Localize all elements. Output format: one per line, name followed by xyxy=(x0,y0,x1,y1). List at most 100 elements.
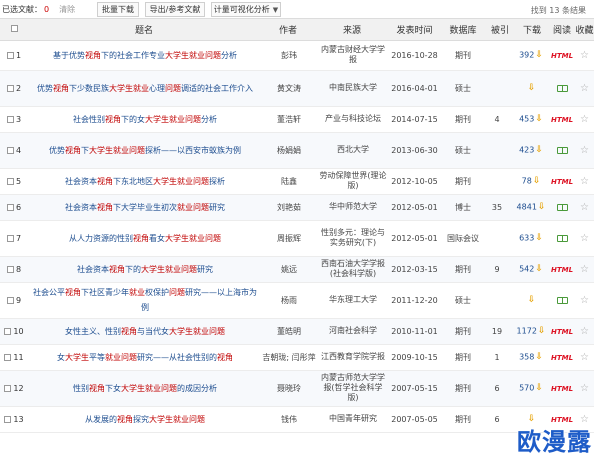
cited-count[interactable]: 4 xyxy=(485,106,515,133)
row-checkbox[interactable] xyxy=(6,115,14,123)
col-title[interactable]: 题名 xyxy=(28,19,260,41)
col-database[interactable]: 数据库 xyxy=(441,19,485,41)
star-icon[interactable]: ☆ xyxy=(580,176,589,187)
source-link[interactable]: 内蒙古财经大学学报 xyxy=(316,40,388,71)
star-icon[interactable]: ☆ xyxy=(580,264,589,275)
cited-count[interactable]: 1 xyxy=(485,344,515,371)
cited-count[interactable]: 6 xyxy=(485,370,515,407)
cited-count[interactable] xyxy=(485,220,515,257)
download-count[interactable]: 570 xyxy=(519,384,534,393)
article-title-link[interactable]: 基于优势视角下的社会工作专业大学生就业问题分析 xyxy=(53,51,237,60)
row-checkbox[interactable] xyxy=(4,415,12,423)
download-count[interactable]: 392 xyxy=(519,51,534,60)
author-link[interactable]: 杨雨 xyxy=(260,282,316,319)
author-link[interactable]: 陆鑫 xyxy=(260,168,316,195)
article-title-link[interactable]: 社会资本视角下东北地区大学生就业问题探析 xyxy=(65,177,225,186)
article-title-link[interactable]: 优势视角下少数民族大学生就业心理问题调适的社会工作介入 xyxy=(37,84,253,93)
source-link[interactable]: 西北大学 xyxy=(316,132,388,169)
col-author[interactable]: 作者 xyxy=(260,19,316,41)
row-checkbox[interactable] xyxy=(6,177,14,185)
article-title-link[interactable]: 从人力资源的性别视角看女大学生就业问题 xyxy=(69,234,221,243)
author-link[interactable]: 刘艳茹 xyxy=(260,194,316,221)
col-downloads[interactable]: 下载 xyxy=(515,19,549,41)
row-checkbox[interactable] xyxy=(4,353,12,361)
download-icon[interactable]: ⇩ xyxy=(535,50,543,60)
source-link[interactable]: 华中师范大学 xyxy=(316,194,388,221)
article-title-link[interactable]: 性别视角下女大学生就业问题的成因分析 xyxy=(73,384,217,393)
row-checkbox[interactable] xyxy=(4,327,12,335)
download-count[interactable]: 423 xyxy=(519,146,534,155)
cited-count[interactable]: 9 xyxy=(485,256,515,283)
download-icon[interactable]: ⇩ xyxy=(535,145,543,155)
download-icon[interactable]: ⇩ xyxy=(535,233,543,243)
author-link[interactable]: 黄文涛 xyxy=(260,70,316,107)
download-icon[interactable]: ⇩ xyxy=(535,114,543,124)
html-read-icon[interactable]: HTML xyxy=(551,52,573,60)
export-button[interactable]: 导出/参考文献 xyxy=(145,2,205,17)
download-count[interactable]: 78 xyxy=(522,177,532,186)
source-link[interactable]: 中国青年研究 xyxy=(316,406,388,433)
download-count[interactable]: 4841 xyxy=(517,203,537,212)
star-icon[interactable]: ☆ xyxy=(580,50,589,61)
article-title-link[interactable]: 优势视角下大学生就业问题探析——以西安市蚁族为例 xyxy=(49,146,241,155)
download-count[interactable]: 358 xyxy=(519,353,534,362)
download-icon[interactable]: ⇩ xyxy=(535,352,543,362)
source-link[interactable]: 劳动保障世界(理论版) xyxy=(316,168,388,195)
star-icon[interactable]: ☆ xyxy=(580,83,589,94)
download-icon[interactable]: ⇩ xyxy=(533,176,541,186)
cited-count[interactable]: 35 xyxy=(485,194,515,221)
row-checkbox[interactable] xyxy=(6,84,14,92)
batch-download-button[interactable]: 批量下载 xyxy=(97,2,139,17)
download-count[interactable]: 1172 xyxy=(517,327,537,336)
author-link[interactable]: 姚远 xyxy=(260,256,316,283)
html-read-icon[interactable]: HTML xyxy=(551,385,573,393)
col-date[interactable]: 发表时间 xyxy=(388,19,441,41)
download-icon[interactable]: ⇩ xyxy=(528,83,536,93)
col-cited[interactable]: 被引 xyxy=(485,19,515,41)
article-title-link[interactable]: 社会资本视角下大学毕业生初次就业问题研究 xyxy=(65,203,225,212)
col-source[interactable]: 来源 xyxy=(316,19,388,41)
cited-count[interactable] xyxy=(485,168,515,195)
star-icon[interactable]: ☆ xyxy=(580,352,589,363)
cited-count[interactable] xyxy=(485,70,515,107)
author-link[interactable]: 彭玮 xyxy=(260,40,316,71)
row-checkbox[interactable] xyxy=(6,234,14,242)
html-read-icon[interactable]: HTML xyxy=(551,328,573,336)
article-title-link[interactable]: 社会性别视角下的女大学生就业问题分析 xyxy=(73,115,217,124)
source-link[interactable]: 性别多元：理论与实务研究(下) xyxy=(316,220,388,257)
html-read-icon[interactable]: HTML xyxy=(551,178,573,186)
source-link[interactable]: 产业与科技论坛 xyxy=(316,106,388,133)
book-icon[interactable] xyxy=(556,296,568,304)
row-checkbox[interactable] xyxy=(6,51,14,59)
book-icon[interactable] xyxy=(556,84,568,92)
html-read-icon[interactable]: HTML xyxy=(551,116,573,124)
download-icon[interactable]: ⇩ xyxy=(538,326,546,336)
row-checkbox[interactable] xyxy=(6,146,14,154)
source-link[interactable]: 中南民族大学 xyxy=(316,70,388,107)
source-link[interactable]: 江西教育学院学报 xyxy=(316,344,388,371)
download-icon[interactable]: ⇩ xyxy=(528,295,536,305)
star-icon[interactable]: ☆ xyxy=(580,326,589,337)
cited-count[interactable] xyxy=(485,282,515,319)
cited-count[interactable]: 6 xyxy=(485,406,515,433)
star-icon[interactable]: ☆ xyxy=(580,295,589,306)
author-link[interactable]: 周振辉 xyxy=(260,220,316,257)
html-read-icon[interactable]: HTML xyxy=(551,266,573,274)
cited-count[interactable] xyxy=(485,40,515,71)
download-count[interactable]: 633 xyxy=(519,234,534,243)
html-read-icon[interactable]: HTML xyxy=(551,354,573,362)
row-checkbox[interactable] xyxy=(6,296,14,304)
select-all-checkbox[interactable] xyxy=(10,25,18,33)
star-icon[interactable]: ☆ xyxy=(580,202,589,213)
cited-count[interactable] xyxy=(485,132,515,169)
author-link[interactable]: 聂晓玲 xyxy=(260,370,316,407)
download-icon[interactable]: ⇩ xyxy=(535,383,543,393)
source-link[interactable]: 河南社会科学 xyxy=(316,318,388,345)
article-title-link[interactable]: 女大学生平等就业问题研究——从社会性别的视角 xyxy=(57,353,233,362)
author-link[interactable]: 杨娟娟 xyxy=(260,132,316,169)
author-link[interactable]: 吉朝珑; 闫彤萍 xyxy=(260,344,316,371)
star-icon[interactable]: ☆ xyxy=(580,233,589,244)
star-icon[interactable]: ☆ xyxy=(580,383,589,394)
download-icon[interactable]: ⇩ xyxy=(538,202,546,212)
article-title-link[interactable]: 从发展的视角探究大学生就业问题 xyxy=(85,415,205,424)
